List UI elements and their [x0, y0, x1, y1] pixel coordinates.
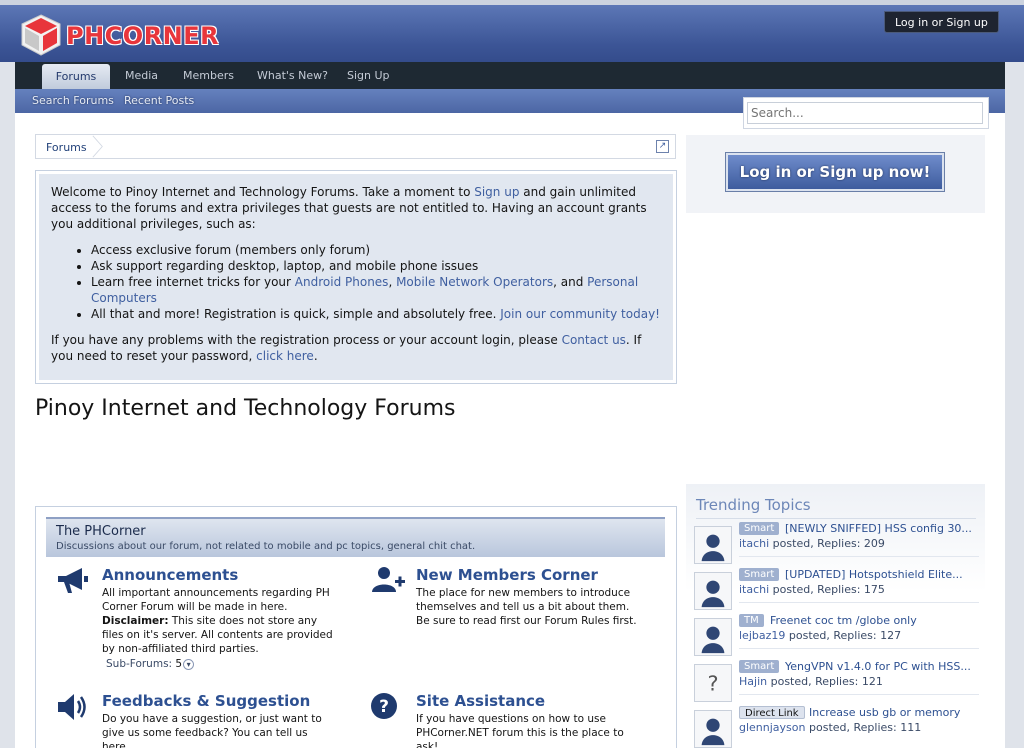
topic-meta: Hajin posted, Replies: 121	[739, 675, 883, 688]
prefix-badge[interactable]: Smart	[739, 568, 780, 581]
logo-cube-icon	[21, 14, 61, 56]
divider	[739, 694, 979, 695]
topic-title[interactable]: Increase usb gb or memory	[809, 706, 960, 719]
list-item: Access exclusive forum (members only for…	[91, 242, 661, 258]
avatar-icon[interactable]	[694, 572, 732, 610]
category-header: The PHCorner Discussions about our forum…	[46, 517, 665, 557]
node-title[interactable]: New Members Corner	[416, 566, 598, 584]
topic-title[interactable]: YengVPN v1.4.0 for PC with HSS...	[785, 660, 971, 673]
list-item: TM Freenet coc tm /globe only lejbaz19 p…	[694, 614, 984, 658]
node-description: If you have questions on how to use PHCo…	[416, 713, 624, 748]
tab-forums[interactable]: Forums	[42, 64, 110, 90]
list-item: Smart [UPDATED] Hotspotshield Elite... i…	[694, 568, 984, 612]
node-description: Do you have a suggestion, or just want t…	[102, 713, 322, 748]
breadcrumb-forums[interactable]: Forums	[46, 141, 87, 154]
svg-text:?: ?	[707, 672, 718, 696]
divider	[696, 518, 976, 519]
node-description: All important announcements regarding PH…	[102, 587, 333, 655]
notice-intro: Welcome to Pinoy Internet and Technology…	[51, 185, 647, 231]
category-description: Discussions about our forum, not related…	[56, 541, 476, 552]
join-community-link[interactable]: Join our community today!	[500, 307, 660, 321]
list-item: Smart [NEWLY SNIFFED] HSS config 30... i…	[694, 522, 984, 566]
node-site-assistance: ? Site Assistance If you have questions …	[370, 692, 650, 748]
search-input[interactable]	[747, 102, 983, 124]
node-title[interactable]: Announcements	[102, 566, 238, 584]
search-bar	[743, 97, 989, 129]
topic-title[interactable]: [NEWLY SNIFFED] HSS config 30...	[785, 522, 972, 535]
megaphone-icon	[58, 568, 88, 593]
page-title: Pinoy Internet and Technology Forums	[35, 396, 456, 421]
tab-members[interactable]: Members	[183, 62, 234, 89]
jump-to-page-icon[interactable]: ↗	[656, 140, 669, 153]
divider	[739, 648, 979, 649]
topic-meta: glennjayson posted, Replies: 111	[739, 721, 922, 734]
svg-text:?: ?	[379, 697, 389, 717]
reset-password-link[interactable]: click here	[256, 349, 314, 363]
topic-meta: itachi posted, Replies: 209	[739, 537, 885, 550]
tab-whats-new[interactable]: What's New?	[257, 62, 328, 89]
avatar-icon[interactable]	[694, 710, 732, 748]
signup-link[interactable]: Sign up	[474, 185, 519, 199]
mobile-network-operators-link[interactable]: Mobile Network Operators	[396, 275, 553, 289]
breadcrumb: Forums ↗	[35, 134, 676, 159]
avatar-icon[interactable]	[694, 618, 732, 656]
topic-meta: itachi posted, Replies: 175	[739, 583, 885, 596]
list-item: ? Smart YengVPN v1.4.0 for PC with HSS..…	[694, 660, 984, 704]
category-title[interactable]: The PHCorner	[56, 524, 146, 539]
node-feedback: Feedbacks & Suggestion Do you have a sug…	[56, 692, 336, 748]
subnav-recent-posts[interactable]: Recent Posts	[124, 94, 194, 107]
list-item: Ask support regarding desktop, laptop, a…	[91, 258, 661, 274]
main-navigation: Forums Media Members What's New? Sign Up	[15, 62, 1005, 90]
node-description: The place for new members to introduce t…	[416, 587, 637, 627]
logo-wordmark: PHCORNER	[66, 22, 220, 50]
prefix-badge[interactable]: Smart	[739, 522, 780, 535]
login-signup-tab[interactable]: Log in or Sign up	[884, 11, 999, 33]
contact-us-link[interactable]: Contact us	[562, 333, 626, 347]
topic-title[interactable]: Freenet coc tm /globe only	[770, 614, 917, 627]
node-title[interactable]: Feedbacks & Suggestion	[102, 692, 310, 710]
avatar-icon[interactable]	[694, 526, 732, 564]
android-phones-link[interactable]: Android Phones	[295, 275, 389, 289]
speaker-icon	[58, 694, 86, 720]
notice-problems: If you have any problems with the regist…	[51, 333, 642, 363]
sidebar-login-block: Log in or Sign up now!	[686, 135, 985, 213]
divider	[739, 556, 979, 557]
tab-media[interactable]: Media	[125, 62, 158, 89]
prefix-badge[interactable]: Smart	[739, 660, 780, 673]
add-user-icon	[372, 567, 405, 592]
divider	[739, 602, 979, 603]
subnav-search-forums[interactable]: Search Forums	[32, 94, 114, 107]
privileges-list: Access exclusive forum (members only for…	[91, 242, 661, 322]
question-circle-icon: ?	[371, 693, 397, 719]
node-title[interactable]: Site Assistance	[416, 692, 545, 710]
breadcrumb-arrow-icon	[92, 135, 103, 158]
trending-topics: Trending Topics Smart [NEWLY SNIFFED] HS…	[686, 484, 985, 748]
node-announcements: Announcements All important announcement…	[56, 566, 336, 676]
login-signup-button[interactable]: Log in or Sign up now!	[726, 153, 944, 191]
topic-title[interactable]: [UPDATED] Hotspotshield Elite...	[785, 568, 963, 581]
subforums-toggle[interactable]: Sub-Forums: 5 ▾	[106, 658, 195, 670]
list-item: Direct Link Increase usb gb or memory gl…	[694, 706, 984, 748]
guest-notice: Welcome to Pinoy Internet and Technology…	[35, 170, 677, 384]
list-item: Learn free internet tricks for your Andr…	[91, 274, 661, 306]
list-item: All that and more! Registration is quick…	[91, 306, 661, 322]
chevron-down-icon: ▾	[183, 659, 195, 670]
node-new-members: New Members Corner The place for new mem…	[370, 566, 650, 636]
prefix-badge[interactable]: TM	[739, 614, 764, 627]
prefix-badge[interactable]: Direct Link	[739, 706, 805, 719]
unknown-avatar-icon[interactable]: ?	[694, 664, 732, 702]
topic-meta: lejbaz19 posted, Replies: 127	[739, 629, 902, 642]
trending-title: Trending Topics	[696, 496, 811, 514]
tab-sign-up[interactable]: Sign Up	[347, 62, 390, 89]
